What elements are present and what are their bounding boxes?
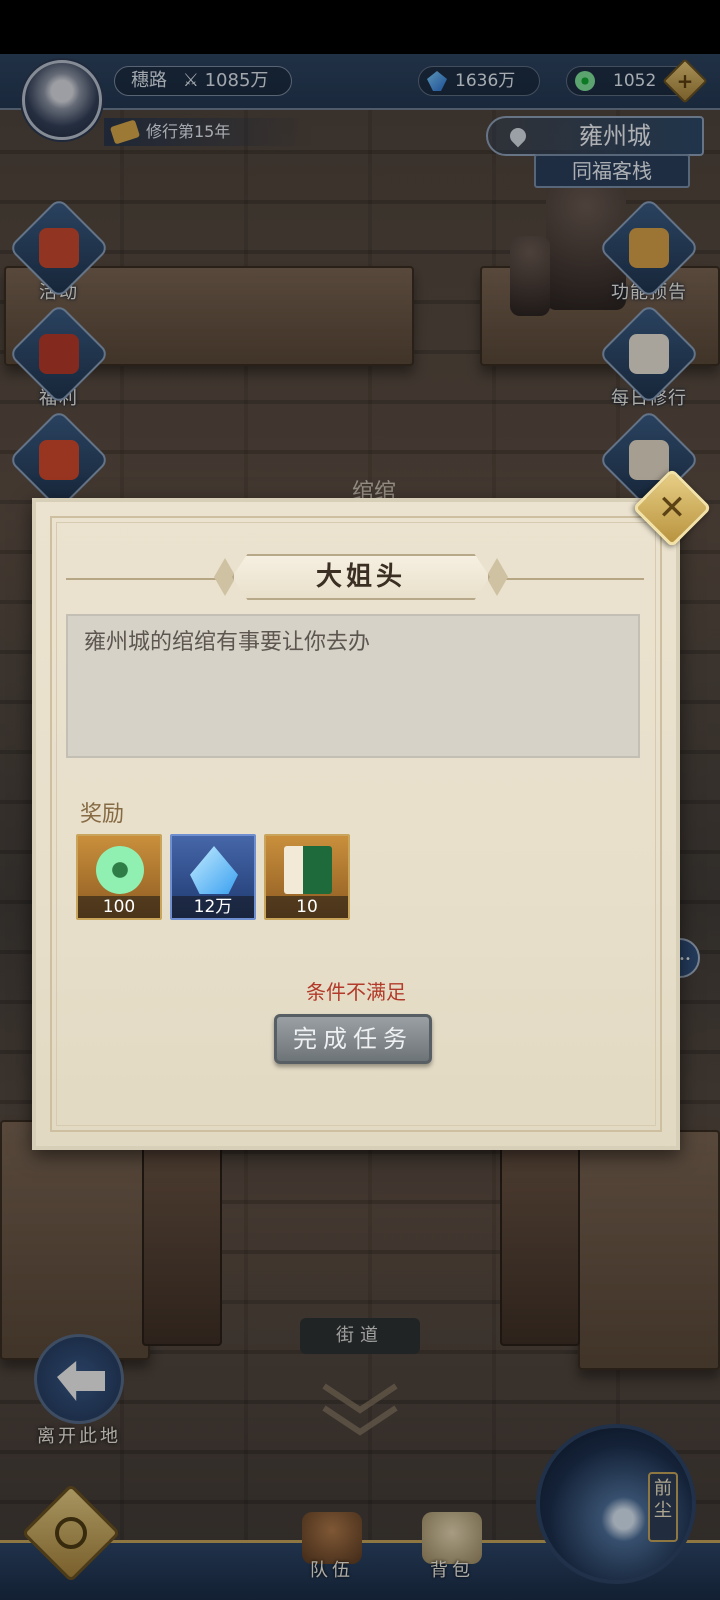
- quest-dialog: 大姐头 ✕ 雍州城的绾绾有事要让你去办 奖励 100 12万 10 条件不满足 …: [32, 468, 712, 1150]
- title-divider: [66, 578, 234, 580]
- reward-heading: 奖励: [80, 802, 125, 827]
- reward-item-crystal[interactable]: 12万: [170, 834, 256, 920]
- book-icon: [284, 846, 332, 894]
- reward-count: 10: [266, 896, 348, 918]
- game-screen: 穗路 ⚔ 1085万 1636万 1052 修行第15年 雍州城 同福客栈 活动…: [0, 0, 720, 1600]
- reward-count: 12万: [172, 896, 254, 918]
- reward-list: 100 12万 10: [76, 834, 350, 920]
- reward-count: 100: [78, 896, 160, 918]
- condition-status: 条件不满足: [306, 980, 406, 1004]
- complete-quest-button[interactable]: 完成任务: [274, 1014, 432, 1064]
- reward-item-jade[interactable]: 100: [76, 834, 162, 920]
- reward-item-book[interactable]: 10: [264, 834, 350, 920]
- quest-message: 雍州城的绾绾有事要让你去办: [66, 614, 640, 758]
- dialog-title: 大姐头: [232, 554, 490, 600]
- close-icon: ✕: [657, 488, 687, 528]
- crystal-icon: [190, 846, 238, 894]
- title-divider: [488, 578, 644, 580]
- jade-icon: [96, 846, 144, 894]
